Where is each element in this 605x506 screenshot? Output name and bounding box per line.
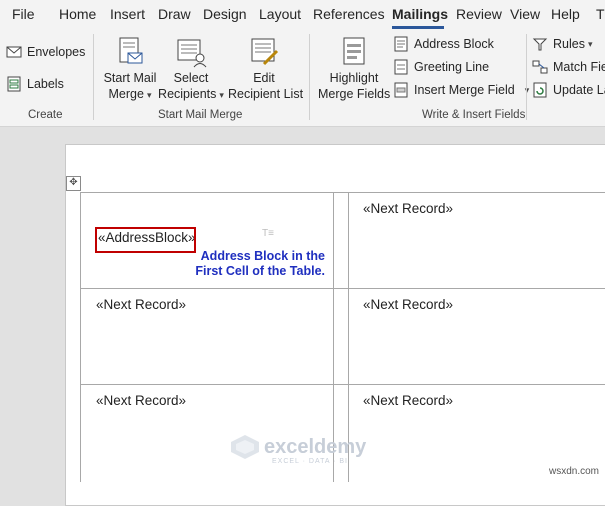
table-move-handle-icon[interactable]: ✥ <box>66 176 81 191</box>
greeting-line-label: Greeting Line <box>414 60 490 74</box>
match-fields-button[interactable]: Match Fie <box>532 57 605 77</box>
ribbon: Envelopes Labels Create Start Mail Merge… <box>0 30 605 127</box>
start-mail-merge-label-1: Start Mail <box>103 71 157 85</box>
highlight-merge-fields-button[interactable]: Highlight Merge Fields <box>318 36 390 102</box>
labels-label: Labels <box>27 77 64 91</box>
envelopes-label: Envelopes <box>27 45 86 59</box>
group-label-start-mail-merge: Start Mail Merge <box>158 109 243 121</box>
rules-icon <box>532 38 548 51</box>
tab-layout[interactable]: Layout <box>259 6 301 22</box>
group-separator <box>93 34 94 120</box>
envelopes-button[interactable]: Envelopes <box>6 42 85 62</box>
next-record-field[interactable]: «Next Record» <box>363 393 453 408</box>
chevron-down-icon: ▾ <box>219 90 224 100</box>
table-border <box>80 384 605 385</box>
edit-recipient-list-label-1: Edit <box>253 71 275 85</box>
greeting-line-icon <box>394 59 408 75</box>
address-block-button[interactable]: Address Block <box>393 34 494 54</box>
tab-review[interactable]: Review <box>456 6 502 22</box>
address-block-highlight <box>95 227 196 253</box>
tab-mailings[interactable]: Mailings <box>392 6 448 22</box>
tab-help[interactable]: Help <box>551 6 580 22</box>
chevron-down-icon: ▾ <box>146 90 152 100</box>
labels-button[interactable]: Labels <box>6 74 64 94</box>
insert-merge-field-icon <box>394 82 408 98</box>
menu-tab-bar: File Home Insert Draw Design Layout Refe… <box>0 0 605 30</box>
select-recipients-icon <box>177 39 207 68</box>
paragraph-mark-icon: T≡ <box>262 228 274 239</box>
table-border <box>80 192 81 482</box>
active-tab-indicator <box>392 26 444 29</box>
annotation-line-2: First Cell of the Table. <box>195 264 325 278</box>
watermark-name: exceldemy <box>264 436 367 458</box>
match-fields-icon <box>532 60 548 74</box>
watermark-tagline: EXCEL · DATA · BI <box>272 458 348 465</box>
tab-view[interactable]: View <box>510 6 540 22</box>
tab-insert[interactable]: Insert <box>110 6 145 22</box>
highlight-merge-fields-icon <box>343 37 365 65</box>
highlight-merge-fields-label-1: Highlight <box>329 71 379 85</box>
update-labels-icon <box>533 82 547 98</box>
address-block-label: Address Block <box>414 37 494 51</box>
match-fields-label: Match Fie <box>553 60 605 74</box>
edit-recipient-list-icon <box>251 38 279 66</box>
update-labels-button[interactable]: Update La <box>532 80 605 100</box>
group-separator <box>526 34 527 120</box>
table-border <box>80 192 605 193</box>
annotation-callout: Address Block in the First Cell of the T… <box>185 249 325 279</box>
exceldemy-logo-icon <box>231 435 259 459</box>
address-block-icon <box>394 36 408 52</box>
group-separator <box>309 34 310 120</box>
tab-references[interactable]: References <box>313 6 385 22</box>
rules-button[interactable]: Rules ▾ <box>532 34 593 54</box>
group-label-write-insert-fields: Write & Insert Fields <box>422 109 526 121</box>
tab-file[interactable]: File <box>12 6 35 22</box>
next-record-field[interactable]: «Next Record» <box>96 393 186 408</box>
tab-draw[interactable]: Draw <box>158 6 191 22</box>
select-recipients-label-2: Recipients <box>158 87 217 101</box>
edit-recipient-list-label-2: Recipient List <box>228 87 304 101</box>
highlight-merge-fields-label-2: Merge Fields <box>318 87 391 101</box>
tab-design[interactable]: Design <box>203 6 247 22</box>
rules-label: Rules <box>553 37 585 51</box>
next-record-field[interactable]: «Next Record» <box>96 297 186 312</box>
start-mail-merge-icon <box>119 37 143 64</box>
next-record-field[interactable]: «Next Record» <box>363 201 453 216</box>
update-labels-label: Update La <box>553 83 605 97</box>
chevron-down-icon: ▾ <box>587 38 593 49</box>
select-recipients-button[interactable]: Select Recipients ▾ <box>158 36 224 103</box>
labels-icon <box>7 76 21 92</box>
greeting-line-button[interactable]: Greeting Line <box>393 57 489 77</box>
site-credit: wsxdn.com <box>548 466 599 477</box>
document-canvas <box>0 127 605 506</box>
start-mail-merge-button[interactable]: Start Mail Merge ▾ <box>102 36 158 103</box>
table-border <box>80 288 605 289</box>
edit-recipient-list-button[interactable]: Edit Recipient List <box>228 36 304 102</box>
tab-overflow[interactable]: T <box>596 6 605 22</box>
select-recipients-label-1: Select <box>173 71 209 85</box>
annotation-line-1: Address Block in the <box>200 249 325 263</box>
start-mail-merge-label-2: Merge <box>108 87 144 101</box>
envelope-icon <box>6 46 22 58</box>
insert-merge-field-button[interactable]: Insert Merge Field ▾ <box>393 80 529 100</box>
insert-merge-field-label: Insert Merge Field <box>414 83 515 97</box>
group-label-create: Create <box>28 109 63 121</box>
tab-home[interactable]: Home <box>59 6 96 22</box>
next-record-field[interactable]: «Next Record» <box>363 297 453 312</box>
